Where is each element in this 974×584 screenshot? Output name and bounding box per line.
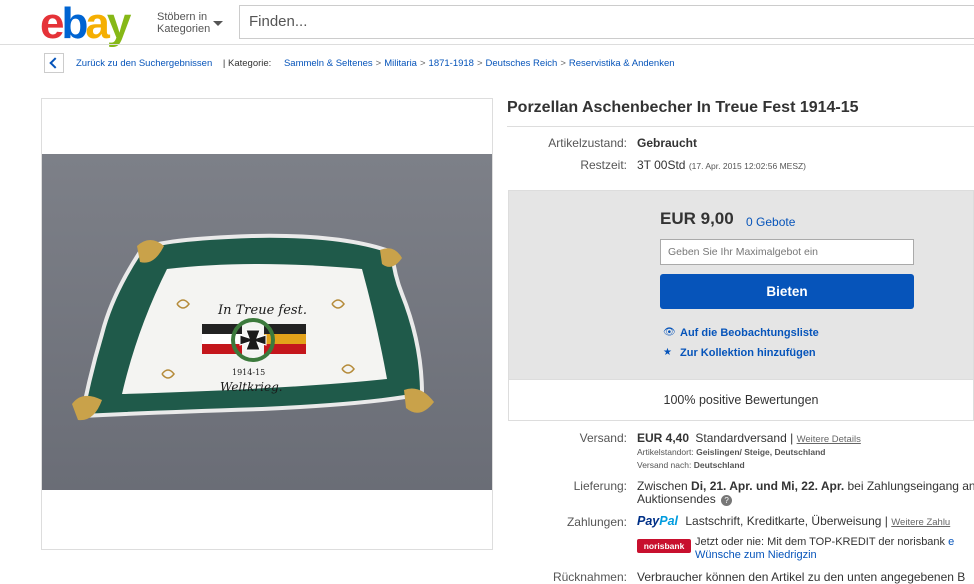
breadcrumb-item[interactable]: Deutsches Reich xyxy=(486,58,558,69)
payments-label: Zahlungen: xyxy=(566,515,627,529)
delivery-label: Lieferung: xyxy=(573,479,627,493)
time-left-value: 3T 00Std (17. Apr. 2015 12:02:56 MESZ) xyxy=(637,158,807,172)
paypal-logo: PayPal xyxy=(637,514,679,528)
ebay-logo[interactable]: ebay xyxy=(40,2,131,46)
back-button[interactable] xyxy=(44,53,64,73)
breadcrumb-item[interactable]: Reservistika & Andenken xyxy=(569,58,675,69)
item-location: Artikelstandort: Geislingen/ Steige, Deu… xyxy=(637,447,826,457)
star-icon: ★ xyxy=(663,347,672,358)
condition-label: Artikelzustand: xyxy=(548,136,627,150)
shipping-price: EUR 4,40 xyxy=(637,431,690,445)
breadcrumb-item[interactable]: Sammeln & Seltenes xyxy=(284,58,373,69)
add-to-collection-link[interactable]: Zur Kollektion hinzufügen xyxy=(680,347,816,359)
breadcrumb-item[interactable]: Militaria xyxy=(384,58,417,69)
delivery-estimate-line2: Auktionsendes ? xyxy=(637,492,733,506)
plate-inscription-top: In Treue fest. xyxy=(217,303,307,318)
delivery-estimate: Zwischen Di, 21. Apr. und Mi, 22. Apr. b… xyxy=(637,479,974,493)
end-date: (17. Apr. 2015 12:02:56 MESZ) xyxy=(688,161,807,171)
help-icon[interactable]: ? xyxy=(721,495,733,506)
place-bid-button[interactable]: Bieten xyxy=(660,274,914,309)
category-label: | Kategorie: xyxy=(222,58,272,69)
credit-offer-link[interactable]: e xyxy=(948,536,954,548)
breadcrumb-item[interactable]: 1871-1918 xyxy=(429,58,474,69)
browse-categories-button[interactable]: Stöbern in Kategorien xyxy=(157,11,223,35)
more-payment-link[interactable]: Weitere Zahlu xyxy=(891,517,950,528)
condition-value: Gebraucht xyxy=(637,136,698,150)
eye-icon: 👁 xyxy=(663,327,676,338)
item-title: Porzellan Aschenbecher In Treue Fest 191… xyxy=(507,99,859,116)
plate-inscription-year: 1914-15 xyxy=(232,368,265,377)
shipping-details-link[interactable]: Weitere Details xyxy=(797,434,861,445)
item-photo[interactable]: In Treue fest. 1914-15 Weltkrieg. xyxy=(42,154,492,490)
breadcrumb: Zurück zu den Suchergebnissen | Kategori… xyxy=(76,58,675,69)
norisbank-logo: norisbank xyxy=(637,539,691,553)
ships-to: Versand nach: Deutschland xyxy=(637,460,745,470)
credit-offer: Jetzt oder nie: Mit dem TOP-KREDIT der n… xyxy=(695,536,955,548)
bid-count-link[interactable]: 0 Gebote xyxy=(746,215,795,229)
credit-offer-link-2[interactable]: Wünsche zum Niedrigzin xyxy=(695,549,817,561)
shipping-info: EUR 4,40 Standardversand | Weitere Detai… xyxy=(637,431,861,445)
add-to-watchlist-link[interactable]: Auf die Beobachtungsliste xyxy=(680,327,819,339)
chevron-left-icon xyxy=(49,57,61,69)
returns-text: Verbraucher können den Artikel zu den un… xyxy=(637,570,966,584)
plate-inscription-bottom: Weltkrieg. xyxy=(220,380,283,394)
back-to-results-link[interactable]: Zurück zu den Suchergebnissen xyxy=(76,58,212,69)
shipping-method: Standardversand | xyxy=(695,431,794,445)
shipping-label: Versand: xyxy=(579,431,627,445)
seller-feedback: 100% positive Bewertungen xyxy=(508,379,974,421)
title-divider xyxy=(507,126,974,127)
search-input[interactable]: Finden... xyxy=(239,5,974,39)
max-bid-input[interactable]: Geben Sie Ihr Maximalgebot ein xyxy=(660,239,914,265)
payment-methods: PayPal Lastschrift, Kreditkarte, Überwei… xyxy=(637,514,951,528)
chevron-down-icon xyxy=(213,21,223,26)
time-left-label: Restzeit: xyxy=(580,158,627,172)
current-price: EUR 9,00 xyxy=(660,209,734,228)
header-divider xyxy=(0,44,974,45)
returns-label: Rücknahmen: xyxy=(552,570,627,584)
